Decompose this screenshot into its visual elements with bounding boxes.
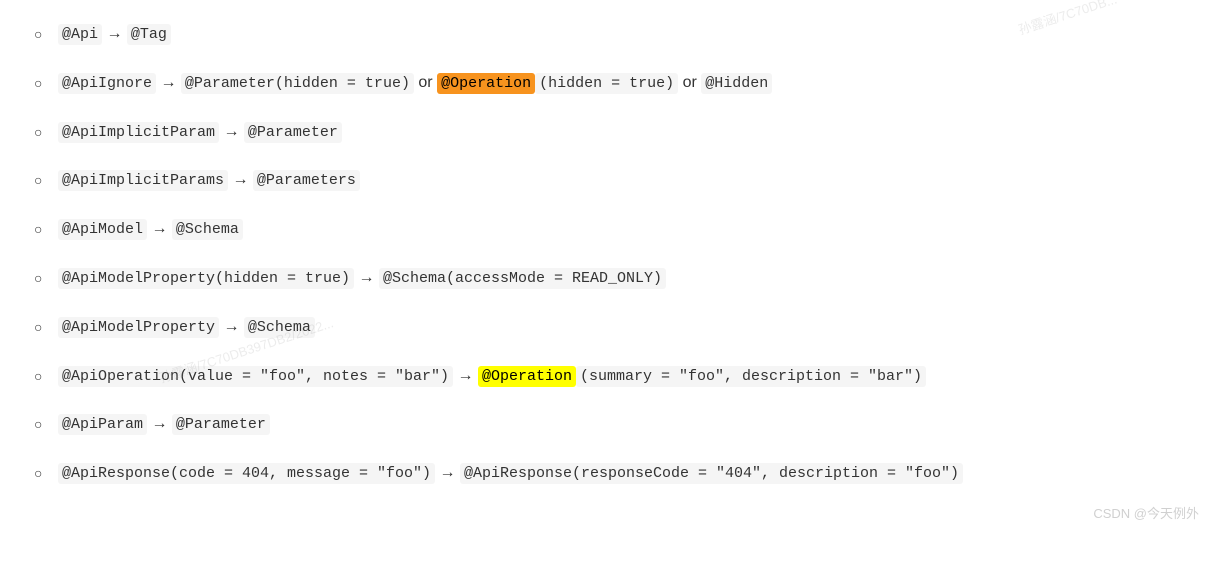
separator-text: or xyxy=(414,74,437,91)
code-token: @Hidden xyxy=(701,73,772,94)
separator-text: → xyxy=(453,367,478,384)
separator-text: or xyxy=(678,74,701,91)
list-item: @Api → @Tag xyxy=(30,20,1189,49)
separator-text: → xyxy=(219,318,244,335)
separator-text: → xyxy=(435,464,460,481)
code-token: @ApiModelProperty(hidden = true) xyxy=(58,268,354,289)
code-token: @ApiResponse(code = 404, message = "foo"… xyxy=(58,463,435,484)
list-item: @ApiResponse(code = 404, message = "foo"… xyxy=(30,459,1189,488)
highlighted-token: @Operation xyxy=(437,73,535,94)
separator-text: → xyxy=(228,171,253,188)
code-token: @Parameter(hidden = true) xyxy=(181,73,414,94)
code-token: @ApiIgnore xyxy=(58,73,156,94)
separator-text: → xyxy=(147,415,172,432)
list-item: @ApiModelProperty(hidden = true) → @Sche… xyxy=(30,264,1189,293)
code-token: @Schema xyxy=(244,317,315,338)
separator-text: → xyxy=(102,25,127,42)
code-token: @ApiResponse(responseCode = "404", descr… xyxy=(460,463,963,484)
code-token: @ApiImplicitParams xyxy=(58,170,228,191)
highlighted-token: @Operation xyxy=(478,366,576,387)
separator-text: → xyxy=(147,220,172,237)
list-item: @ApiModelProperty → @Schema xyxy=(30,313,1189,342)
separator-text: → xyxy=(219,123,244,140)
list-item: @ApiOperation(value = "foo", notes = "ba… xyxy=(30,362,1189,391)
code-token: @ApiModelProperty xyxy=(58,317,219,338)
code-token: @Schema xyxy=(172,219,243,240)
csdn-attribution: CSDN @今天例外 xyxy=(1093,503,1199,522)
code-token: @ApiModel xyxy=(58,219,147,240)
separator-text: → xyxy=(354,269,379,286)
list-item: @ApiParam → @Parameter xyxy=(30,410,1189,439)
separator-text: → xyxy=(156,74,181,91)
code-token: @ApiImplicitParam xyxy=(58,122,219,143)
code-token: @ApiOperation(value = "foo", notes = "ba… xyxy=(58,366,453,387)
list-item: @ApiIgnore → @Parameter(hidden = true) o… xyxy=(30,69,1189,98)
code-token: @Parameters xyxy=(253,170,360,191)
code-token: @Parameter xyxy=(172,414,270,435)
code-token: @Tag xyxy=(127,24,171,45)
annotation-mapping-list: @Api → @Tag@ApiIgnore → @Parameter(hidde… xyxy=(30,20,1189,488)
code-token: @Schema(accessMode = READ_ONLY) xyxy=(379,268,666,289)
code-token: (summary = "foo", description = "bar") xyxy=(576,366,926,387)
code-token: (hidden = true) xyxy=(535,73,678,94)
list-item: @ApiImplicitParams → @Parameters xyxy=(30,166,1189,195)
code-token: @Api xyxy=(58,24,102,45)
code-token: @ApiParam xyxy=(58,414,147,435)
list-item: @ApiImplicitParam → @Parameter xyxy=(30,118,1189,147)
list-item: @ApiModel → @Schema xyxy=(30,215,1189,244)
code-token: @Parameter xyxy=(244,122,342,143)
